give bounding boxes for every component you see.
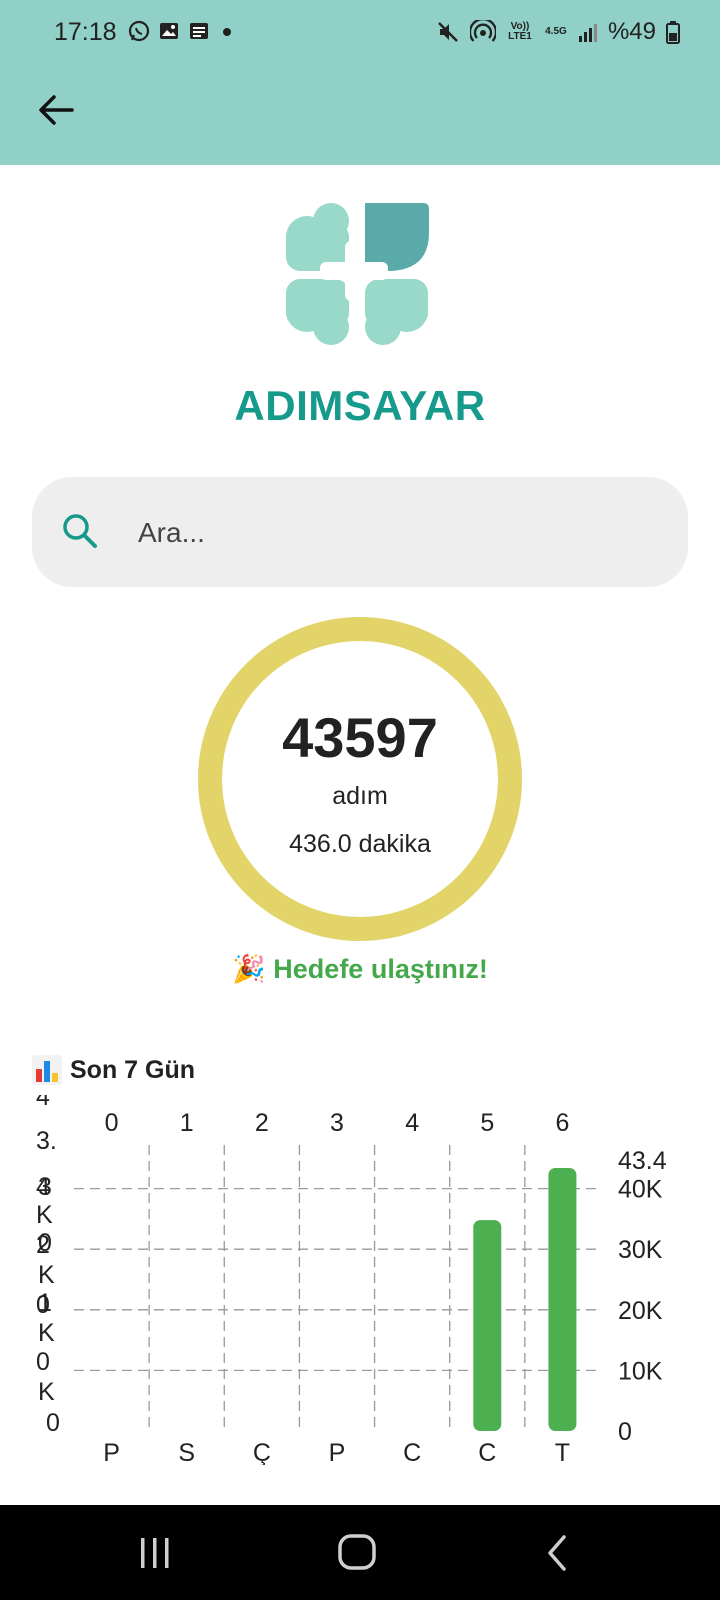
progress-ring-fill (198, 617, 522, 941)
chart-top-label: 2 (255, 1109, 269, 1137)
whatsapp-icon (128, 20, 150, 42)
recent-apps-icon[interactable] (125, 1530, 185, 1576)
chart-x-tick-label: Ç (253, 1439, 271, 1465)
search-bar[interactable] (32, 477, 688, 589)
chart-x-tick-label: P (329, 1439, 346, 1465)
status-time: 17:18 (54, 18, 117, 46)
chart-top-label: 0 (105, 1109, 119, 1137)
chart-y-tick-label-right: 20K (618, 1297, 663, 1325)
bar-chart-icon (32, 1055, 62, 1085)
chart-y-tick-label-left: 3. (36, 1127, 57, 1155)
signal-icon (578, 24, 597, 42)
app-title: ADIMSAYAR (234, 382, 486, 429)
network-type: 4.5G (545, 26, 567, 37)
search-icon (63, 514, 97, 548)
chart-y-tick-label-right: 43.4 (618, 1147, 667, 1175)
back-icon[interactable] (528, 1530, 588, 1576)
chart-y-tick-label-left: K (38, 1378, 55, 1406)
battery-percent: %49 (607, 18, 656, 45)
chart-x-tick-label: T (555, 1439, 570, 1465)
chart-x-tick-label: C (478, 1439, 496, 1465)
chart-y-tick-label-left: 0 (46, 1409, 60, 1437)
chart-y-tick-label-left: 1 (38, 1289, 52, 1317)
chart-y-tick-label-left: K (38, 1319, 55, 1347)
chart-y-tick-label-left: K (38, 1261, 55, 1289)
chart-y-tick-label-left: 4 (36, 1095, 50, 1111)
chart-top-label: 4 (405, 1109, 419, 1137)
gallery-icon (160, 23, 178, 39)
chart-y-tick-label-left: 2 (36, 1231, 50, 1259)
hotspot-icon (469, 20, 496, 42)
goal-message: 🎉 Hedefe ulaştınız! (232, 954, 488, 984)
step-unit: adım (332, 782, 388, 810)
chart-bar (548, 1168, 577, 1431)
weekly-title: Son 7 Gün (70, 1055, 195, 1084)
step-count: 43597 (282, 706, 438, 769)
status-left-icons (128, 20, 236, 42)
chart-y-tick-label-left: 3 (38, 1173, 52, 1201)
weekly-section-title: Son 7 Gün (32, 1055, 195, 1085)
chart-top-label: 6 (555, 1109, 569, 1137)
chart-y-tick-label-left: 0 (36, 1348, 50, 1376)
chart-bar (473, 1220, 502, 1431)
chart-x-tick-label: P (103, 1439, 120, 1465)
chart-y-tick-label-right: 30K (618, 1236, 663, 1264)
dot-icon (223, 28, 231, 36)
chart-x-tick-label: C (403, 1439, 421, 1465)
mute-icon (438, 22, 458, 42)
message-icon (190, 23, 208, 39)
weekly-step-chart: 0 1 2 3 4 5 6P S Ç P C C T43.440K30K20K10K043.43K02K… (36, 1095, 667, 1465)
progress-ring (198, 617, 522, 941)
app-logo (286, 203, 429, 345)
chart-y-tick-label-right: 40K (618, 1176, 663, 1204)
chart-y-tick-label-right: 0 (618, 1418, 632, 1446)
chart-y-tick-label-left: K (36, 1201, 53, 1229)
chart-top-label: 1 (180, 1109, 194, 1137)
chart-y-tick-label-right: 10K (618, 1357, 663, 1385)
chart-top-label: 5 (480, 1109, 494, 1137)
search-input[interactable] (136, 477, 660, 589)
status-right-icons: Vo)) LTE1 4.5G %49 (436, 18, 680, 46)
chart-x-tick-label: S (178, 1439, 195, 1465)
app-bar (0, 68, 720, 165)
status-bar: 17:18 Vo)) LTE1 4.5G %49 (0, 0, 720, 68)
active-minutes: 436.0 dakika (289, 830, 431, 858)
battery-icon (666, 21, 680, 44)
home-icon[interactable] (327, 1530, 387, 1576)
back-arrow-icon[interactable] (34, 88, 78, 132)
volte-icon: Vo)) LTE1 (508, 21, 532, 42)
chart-top-label: 3 (330, 1109, 344, 1137)
